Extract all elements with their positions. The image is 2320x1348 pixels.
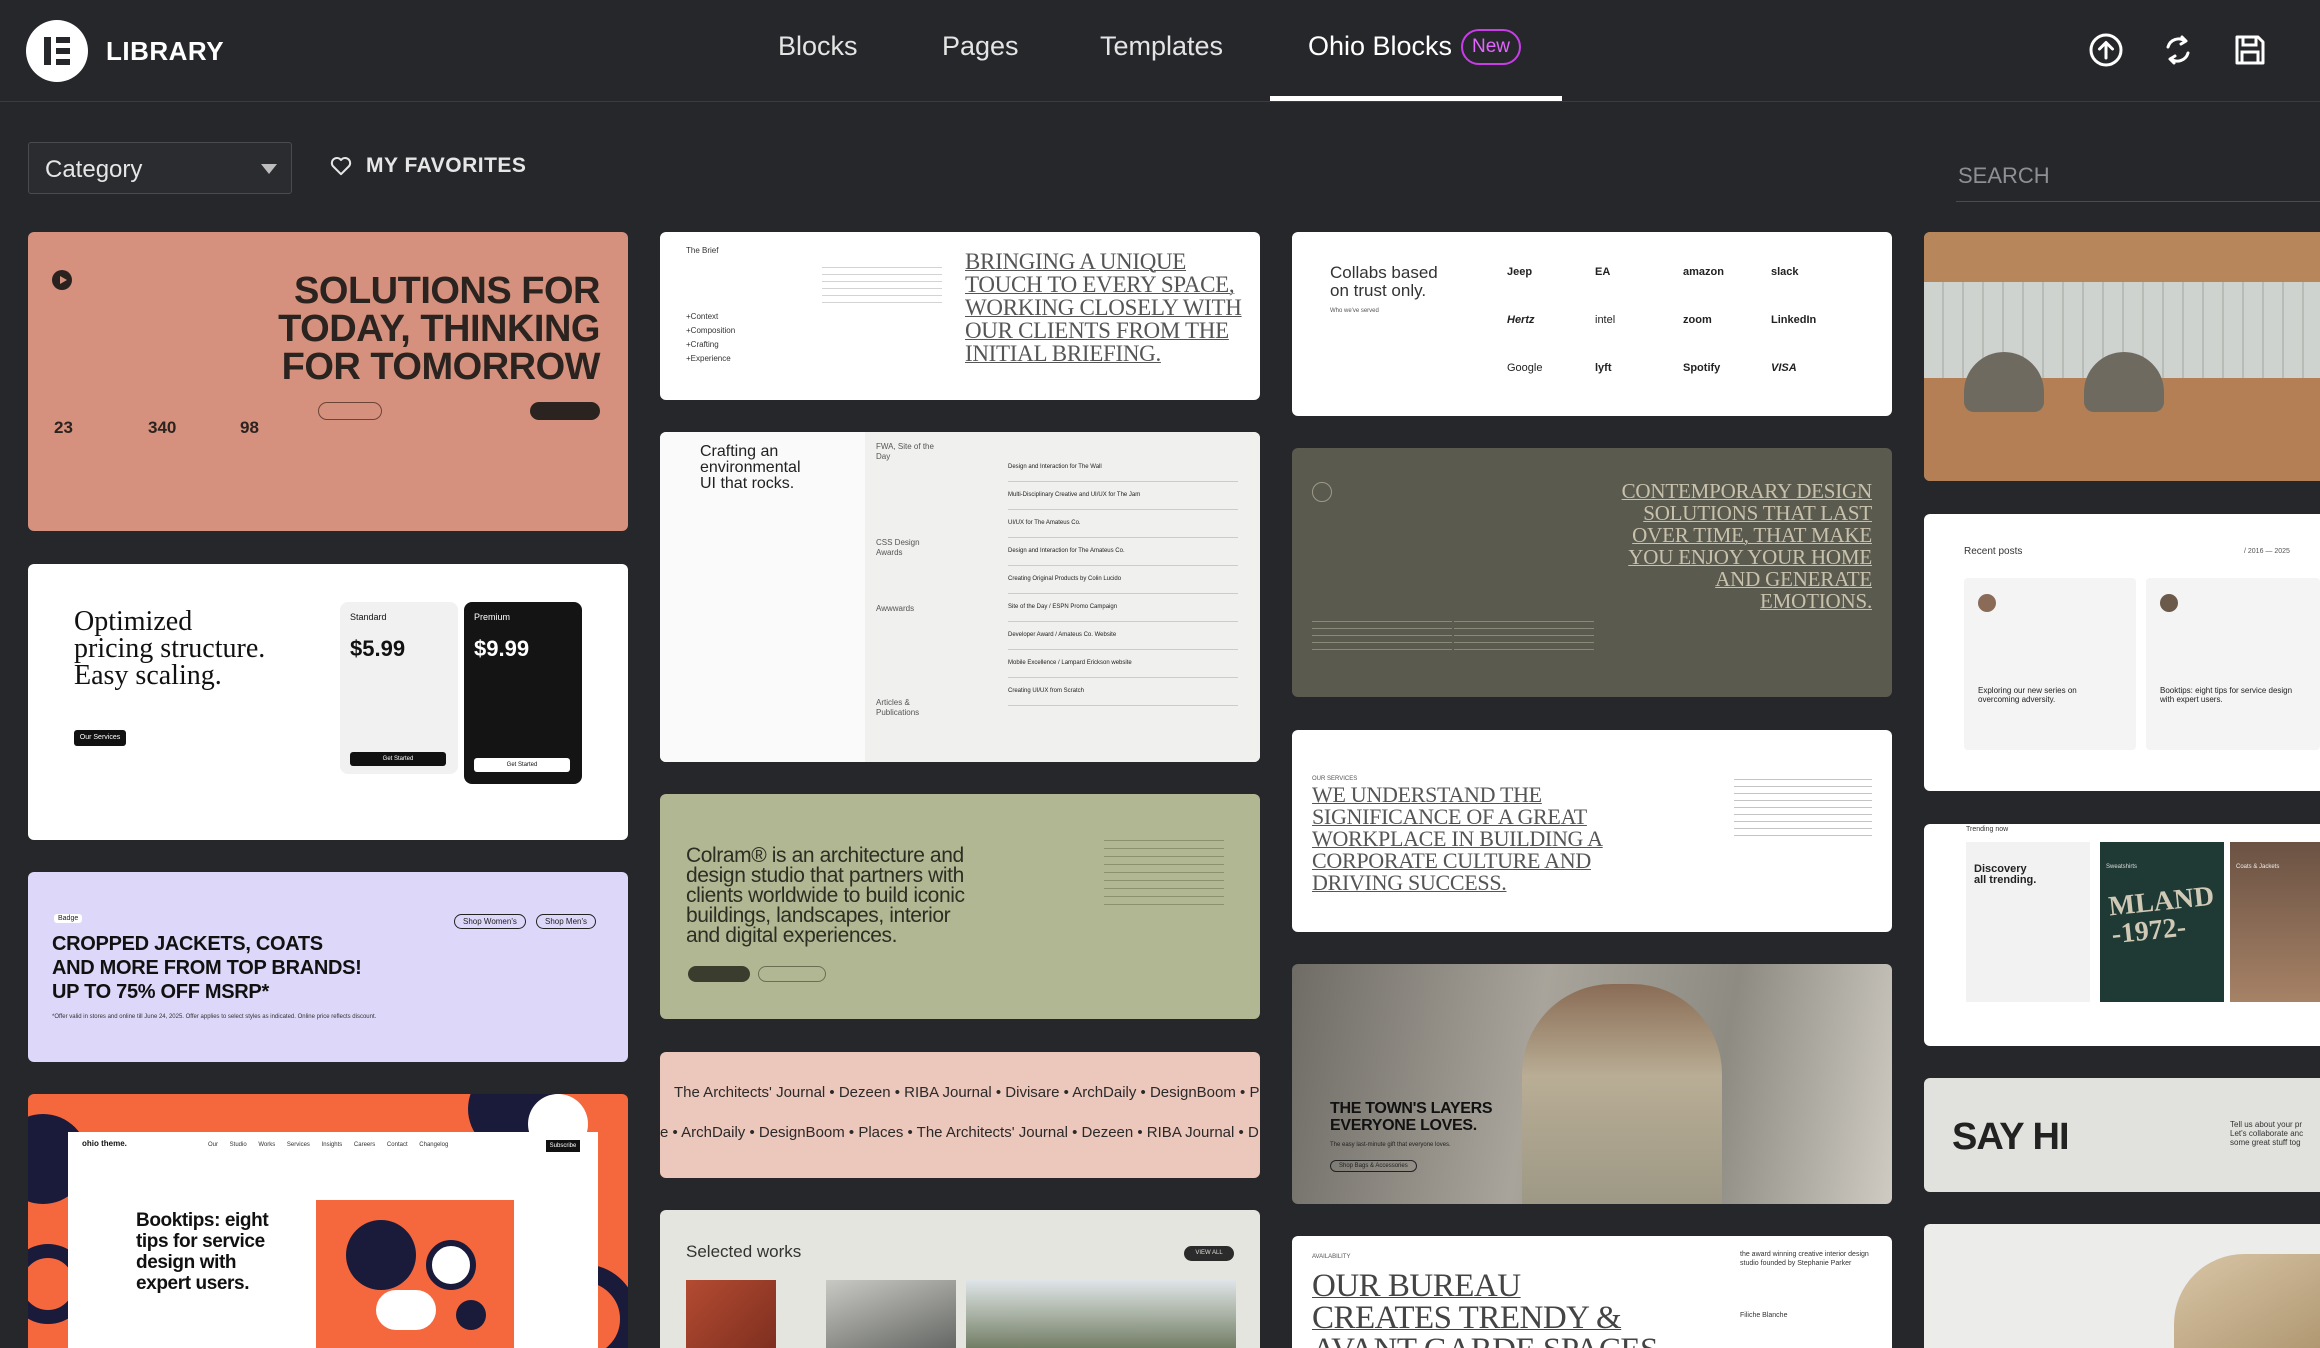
towns-layers-headline: THE TOWN'S LAYERS EVERYONE LOVES. <box>1330 1100 1493 1134</box>
colram-services-pill[interactable] <box>688 966 750 982</box>
work-thumb-3 <box>966 1280 1236 1348</box>
say-hi-headline: SAY HI <box>1952 1116 2070 1158</box>
tab-pages[interactable]: Pages <box>942 31 1019 62</box>
block-card-recent-posts[interactable]: Recent posts / 2016 — 2025 Exploring our… <box>1924 514 2320 791</box>
new-badge: New <box>1461 29 1521 65</box>
standard-plan: Standard $5.99 Get Started <box>340 602 458 774</box>
caret-down-icon <box>261 164 277 174</box>
our-services-button[interactable]: Our Services <box>74 730 126 746</box>
block-card-portrait[interactable] <box>1924 1224 2320 1348</box>
category-select[interactable]: Category <box>28 142 292 194</box>
stat-honored: 98 <box>240 418 259 437</box>
heart-icon <box>330 157 352 176</box>
play-icon <box>1312 482 1332 502</box>
awards-headline: Crafting an environmental UI that rocks. <box>700 443 801 492</box>
model-photo <box>1522 984 1722 1204</box>
brief-paragraph <box>822 264 942 308</box>
block-card-ticker[interactable]: The Architects' Journal • Dezeen • RIBA … <box>660 1052 1260 1178</box>
block-card-contemporary[interactable]: CONTEMPORARY DESIGN SOLUTIONS THAT LAST … <box>1292 448 1892 697</box>
post-card-1[interactable]: Exploring our new series on overcoming a… <box>1964 578 2136 750</box>
sync-icon[interactable] <box>2160 32 2196 68</box>
shop-bags-button[interactable]: Shop Bags & Accessories <box>1330 1160 1417 1172</box>
library-header: LIBRARY Blocks Pages Templates Ohio Bloc… <box>0 0 2320 102</box>
workplace-paragraph <box>1734 776 1872 836</box>
play-icon <box>52 270 72 290</box>
trending-sweatshirts[interactable]: Sweatshirts MLAND -1972- <box>2100 842 2224 1002</box>
category-label: Category <box>45 156 143 183</box>
work-thumb-1 <box>686 1280 776 1348</box>
block-card-jackets[interactable]: Badge Shop Women's Shop Men's CROPPED JA… <box>28 872 628 1062</box>
my-favorites-button[interactable]: MY FAVORITES <box>330 154 526 178</box>
colram-contact-pill[interactable] <box>758 966 826 982</box>
save-icon[interactable] <box>2232 32 2268 68</box>
tab-blocks[interactable]: Blocks <box>778 31 858 62</box>
block-card-solutions[interactable]: SOLUTIONS FOR TODAY, THINKING FOR TOMORR… <box>28 232 628 531</box>
booktips-page: ohio theme. Our Studio Works Services In… <box>68 1132 598 1348</box>
block-card-trending[interactable]: Trending now Discovery all trending. Swe… <box>1924 824 2320 1046</box>
booktips-menu: Our Studio Works Services Insights Caree… <box>208 1142 449 1148</box>
workplace-headline: WE UNDERSTAND THE SIGNIFICANCE OF A GREA… <box>1312 782 1603 895</box>
tab-ohio-blocks[interactable]: Ohio Blocks <box>1308 31 1452 62</box>
ticker-row-1: The Architects' Journal • Dezeen • RIBA … <box>674 1084 1260 1101</box>
upload-icon[interactable] <box>2088 32 2124 68</box>
pricing-headline: Optimized pricing structure. Easy scalin… <box>74 606 266 691</box>
drop-a-line-pill[interactable] <box>530 402 600 420</box>
block-card-pricing[interactable]: Optimized pricing structure. Easy scalin… <box>28 564 628 840</box>
selected-works-title: Selected works <box>686 1242 802 1261</box>
shop-men-button[interactable]: Shop Men's <box>536 914 596 929</box>
badge-tag: Badge <box>54 914 83 923</box>
solutions-headline: SOLUTIONS FOR TODAY, THINKING FOR TOMORR… <box>278 270 600 388</box>
awards-list: Design and Interaction for The Wall Mult… <box>1008 454 1238 706</box>
block-card-workplace[interactable]: OUR SERVICES WE UNDERSTAND THE SIGNIFICA… <box>1292 730 1892 932</box>
jackets-footnote: *Offer valid in stores and online till J… <box>52 1014 377 1020</box>
block-card-selected-works[interactable]: Selected works VIEW ALL <box>660 1210 1260 1348</box>
my-favorites-label: MY FAVORITES <box>366 154 527 177</box>
block-card-colram[interactable]: Colram® is an architecture and design st… <box>660 794 1260 1019</box>
block-card-towns-layers[interactable]: THE TOWN'S LAYERS EVERYONE LOVES. The ea… <box>1292 964 1892 1204</box>
trending-coats[interactable]: Coats & Jackets <box>2230 842 2320 1002</box>
our-services-pill[interactable] <box>318 402 382 420</box>
library-title: LIBRARY <box>106 36 225 66</box>
ticker-row-2: e • ArchDaily • DesignBoom • Places • Th… <box>660 1124 1259 1141</box>
contemporary-paragraph-1 <box>1312 618 1452 652</box>
elementor-logo-icon <box>26 20 88 82</box>
collabs-headline: Collabs based on trust only. <box>1330 263 1438 300</box>
portrait-photo <box>2174 1254 2320 1348</box>
block-card-brief[interactable]: The Brief + Context + Composition + Craf… <box>660 232 1260 400</box>
work-thumb-2 <box>826 1280 956 1348</box>
trending-headline: Discovery all trending. <box>1974 863 2037 886</box>
search-input[interactable] <box>1956 150 2320 202</box>
block-card-say-hi[interactable]: SAY HI Tell us about your pr Let's colla… <box>1924 1078 2320 1192</box>
say-hi-note: Tell us about your pr Let's collaborate … <box>2230 1120 2304 1147</box>
view-all-button[interactable]: VIEW ALL <box>1184 1246 1234 1261</box>
brief-headline: BRINGING A UNIQUE TOUCH TO EVERY SPACE, … <box>965 249 1242 366</box>
stat-years: 23 <box>54 418 73 437</box>
block-card-collabs[interactable]: Collabs based on trust only. Who we've s… <box>1292 232 1892 416</box>
stat-projects: 340 <box>148 418 177 437</box>
brief-list: + Context + Composition + Crafting + Exp… <box>686 312 736 363</box>
shop-women-button[interactable]: Shop Women's <box>454 914 526 929</box>
post-card-2[interactable]: Booktips: eight tips for service design … <box>2146 578 2320 750</box>
subscribe-button[interactable]: Subscribe <box>546 1140 580 1152</box>
contemporary-paragraph-2 <box>1454 618 1594 652</box>
colram-paragraph <box>1104 836 1224 906</box>
active-tab-indicator <box>1270 96 1562 101</box>
block-card-booktips[interactable]: ohio theme. Our Studio Works Services In… <box>28 1094 628 1348</box>
booktips-headline: Booktips: eight tips for service design … <box>136 1210 269 1294</box>
block-card-kitchen[interactable] <box>1924 232 2320 481</box>
block-card-awards[interactable]: Crafting an environmental UI that rocks.… <box>660 432 1260 762</box>
premium-plan: Premium $9.99 Get Started <box>464 602 582 784</box>
bureau-headline: OUR BUREAU CREATES TRENDY & AVANT-GARDE … <box>1312 1268 1658 1348</box>
block-card-bureau[interactable]: AVAILABILITY OUR BUREAU CREATES TRENDY &… <box>1292 1236 1892 1348</box>
jackets-headline: CROPPED JACKETS, COATS AND MORE FROM TOP… <box>52 933 362 1003</box>
booktips-illustration <box>316 1200 514 1348</box>
contemporary-headline: CONTEMPORARY DESIGN SOLUTIONS THAT LAST … <box>1621 479 1873 613</box>
tab-templates[interactable]: Templates <box>1100 31 1223 62</box>
colram-headline: Colram® is an architecture and design st… <box>686 844 965 947</box>
